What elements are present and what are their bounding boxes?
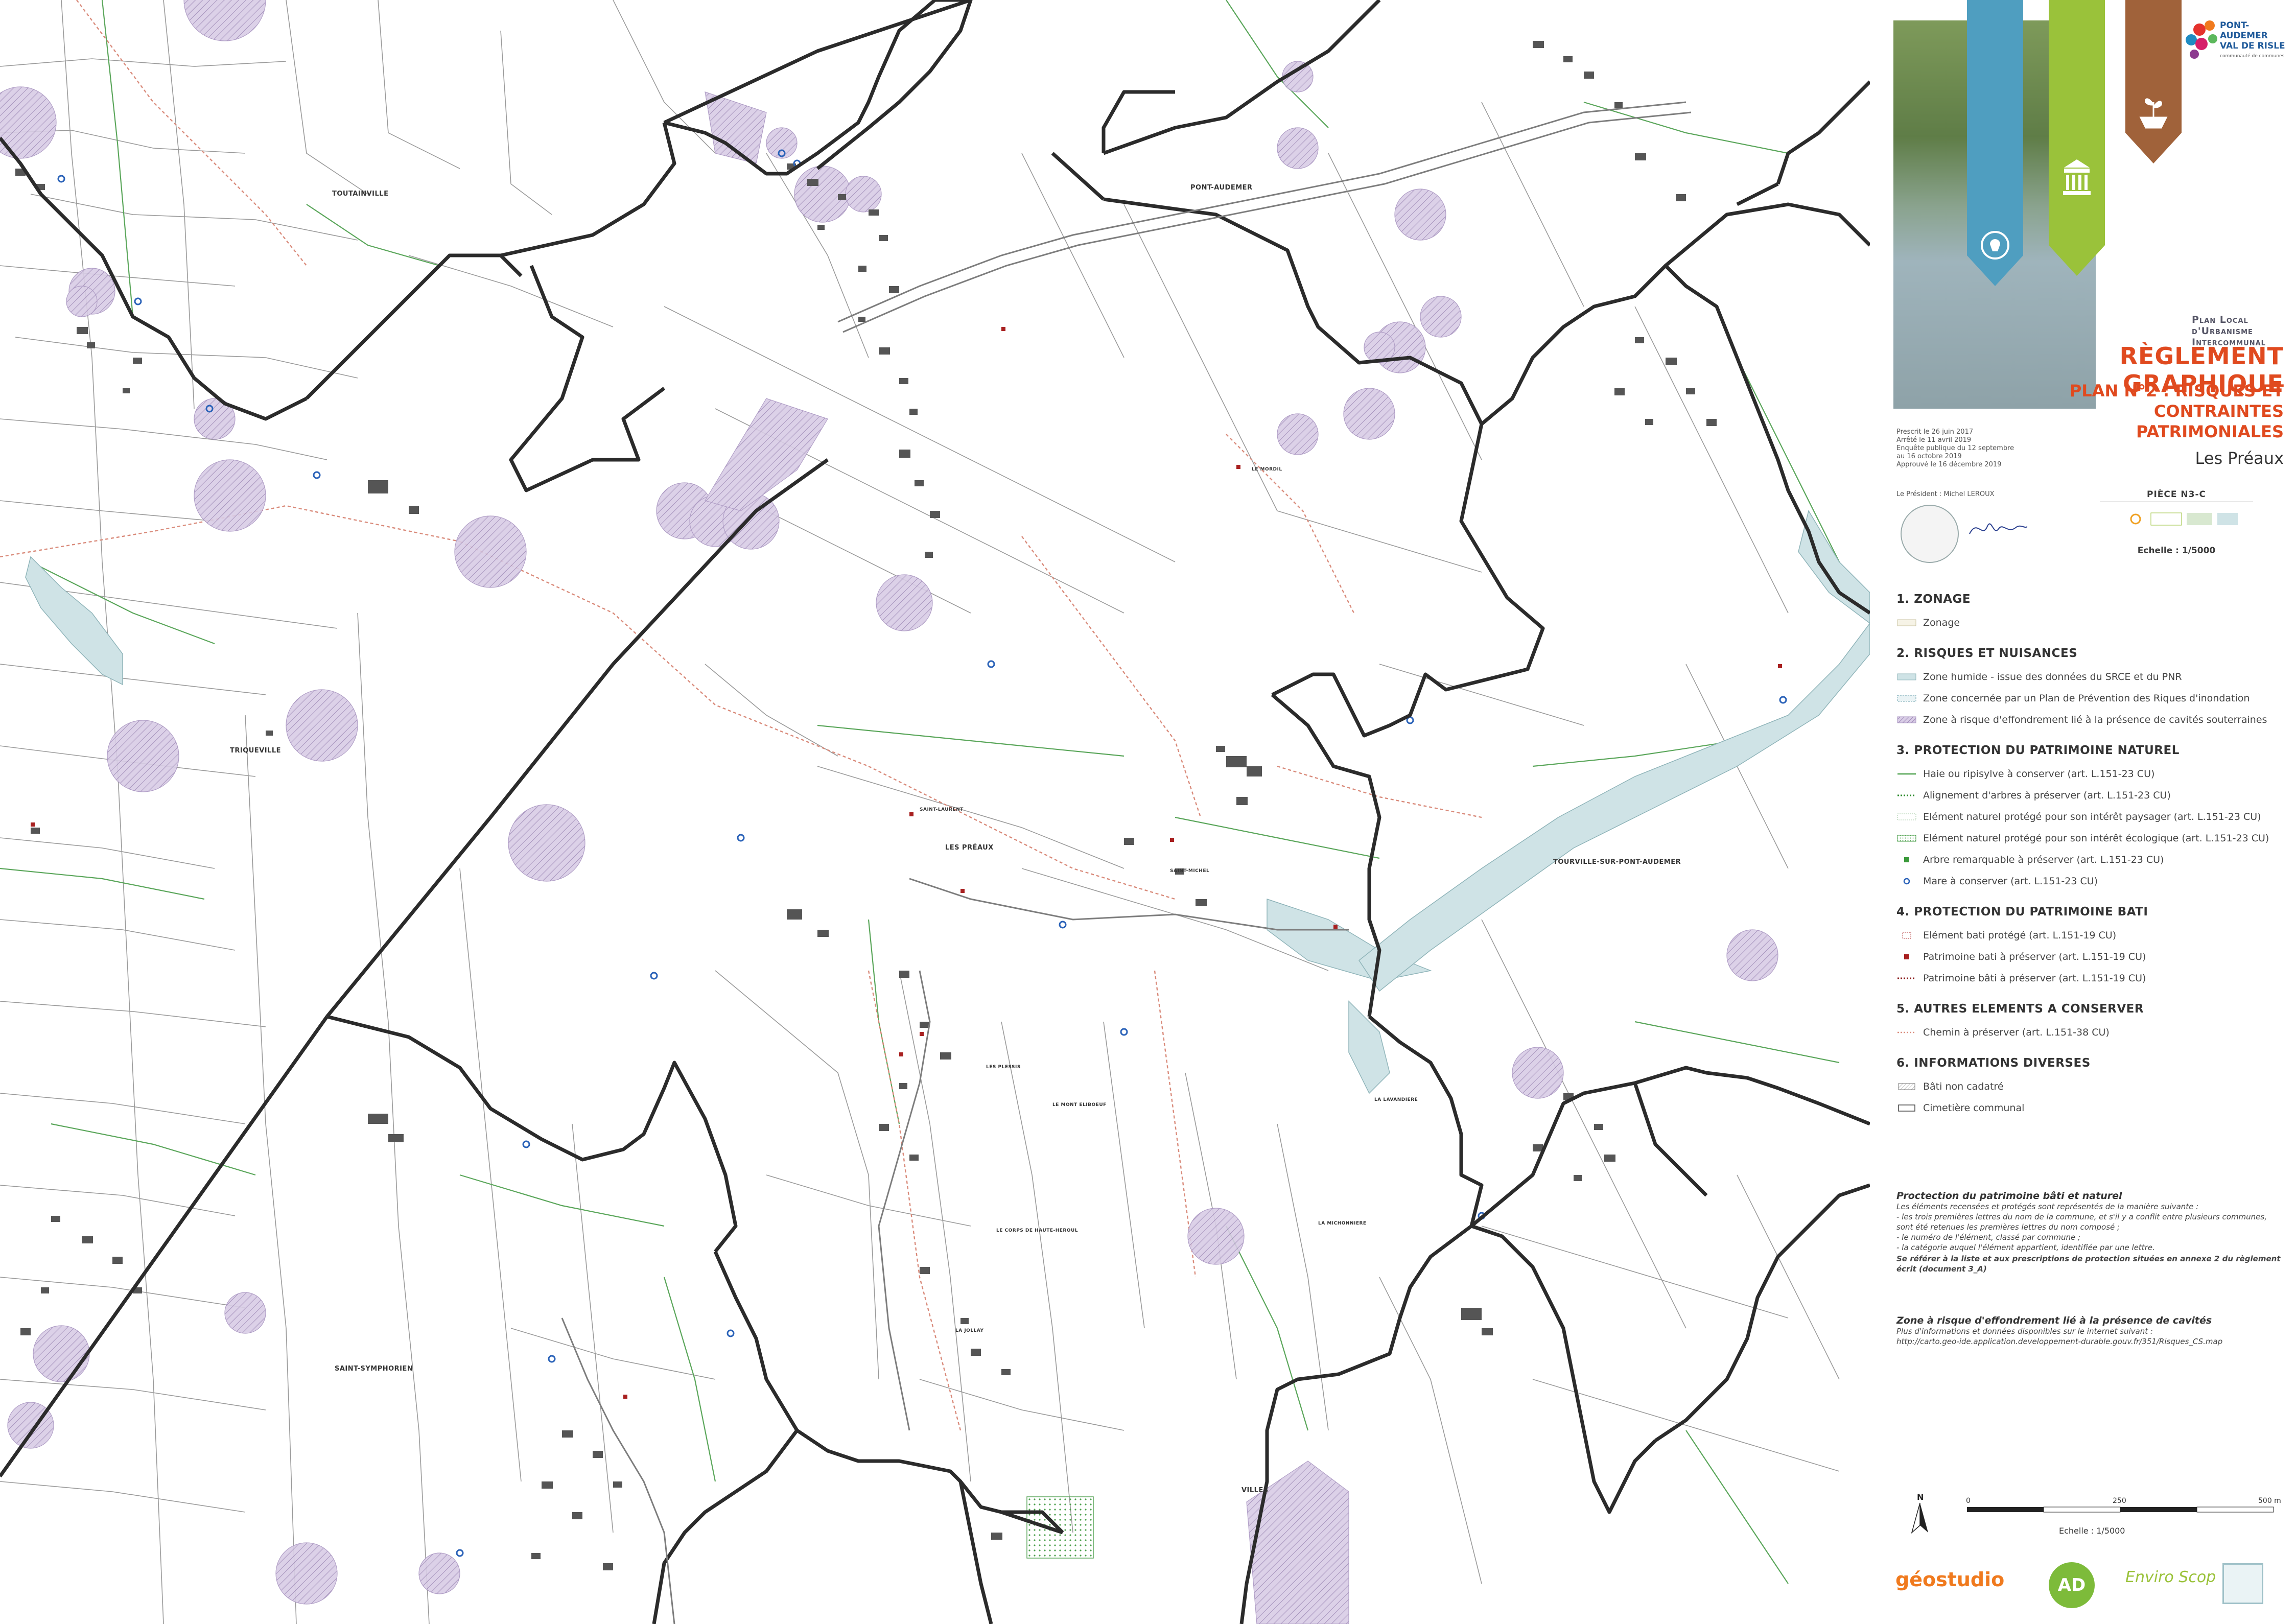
- partner-logos-small: [2130, 512, 2238, 526]
- scale-bar-area: N 0 250 500 m Echelle : 1/5000: [1906, 1492, 2284, 1548]
- heritage-note: Les éléments recensées et protégés sont …: [1896, 1202, 2281, 1274]
- commune-name: Les Préaux: [2195, 449, 2284, 468]
- scale-label: Echelle : 1/5000: [2059, 1526, 2125, 1536]
- place-label: LES PLESSIS: [986, 1065, 1021, 1070]
- legend-item: Haie ou ripisylve à conserver (art. L.15…: [1897, 768, 2155, 780]
- place-label: LES PRÉAUX: [945, 844, 994, 852]
- legend-item: Patrimoine bâti à préserver (art. L.151-…: [1897, 973, 2146, 984]
- place-label: LE MONT ELIBOEUF: [1052, 1102, 1107, 1108]
- place-label: TOURVILLE-SUR-PONT-AUDEMER: [1553, 858, 1681, 866]
- legend-item: Zone concernée par un Plan de Prévention…: [1896, 688, 2290, 709]
- place-label: SAINT-SYMPHORIEN: [335, 1365, 413, 1373]
- legend-item: Bâti non cadatré: [1896, 1076, 2290, 1097]
- legend-item: Elément naturel protégé pour son intérêt…: [1896, 828, 2290, 849]
- legend-item: Chemin à préserver (art. L.151-38 CU): [1897, 1027, 2110, 1038]
- legend-item: Cimetière communal: [1896, 1097, 2290, 1119]
- place-label: PONT-AUDEMER: [1190, 184, 1253, 192]
- enviroscop-logo: Enviro Scop: [2125, 1568, 2216, 1586]
- legend-section-title: 5. AUTRES ELEMENTS A CONSERVER: [1896, 1002, 2144, 1016]
- procedure-dates: Prescrit le 26 juin 2017 Arrêté le 11 av…: [1896, 428, 2014, 468]
- cavity-note-title: Zone à risque d'effondrement lié à la pr…: [1896, 1315, 2212, 1326]
- ribbon-brown: [2125, 0, 2182, 163]
- legend-section-title: 3. PROTECTION DU PATRIMOINE NATUREL: [1896, 744, 2180, 757]
- scale-title: Echelle : 1/5000: [2137, 546, 2216, 556]
- scale-bar: [1967, 1507, 2274, 1513]
- legend-item: Zonage: [1896, 612, 2290, 633]
- place-label: LE MORDIL: [1252, 467, 1282, 472]
- official-seal: [1901, 505, 1959, 563]
- legend-item: Elément naturel protégé pour son intérêt…: [1896, 806, 2290, 828]
- buildings: [15, 41, 1717, 1570]
- legend-item: Alignement d'arbres à préserver (art. L.…: [1897, 790, 2171, 801]
- partner-icon: [2222, 1563, 2263, 1604]
- scale-tick: 0: [1966, 1497, 1971, 1505]
- legend-item: Arbre remarquable à préserver (art. L.15…: [1896, 849, 2290, 870]
- legend-section-title: 2. RISQUES ET NUISANCES: [1896, 647, 2078, 660]
- ad-logo: AD: [2049, 1562, 2095, 1608]
- scale-tick: 250: [2113, 1497, 2126, 1505]
- legend-section-title: 4. PROTECTION DU PATRIMOINE BATI: [1896, 905, 2148, 919]
- legend-item: Zone humide - issue des données du SRCE …: [1896, 666, 2290, 688]
- cavity-zones: [0, 0, 1778, 1624]
- heritage-note-title: Proctection du patrimoine bâti et nature…: [1896, 1190, 2122, 1202]
- legend-section-title: 6. INFORMATIONS DIVERSES: [1896, 1056, 2091, 1070]
- place-label: SAINT-LAURENT: [920, 807, 964, 812]
- plan-subtitle: PLAN N°2 : RISQUES ET CONTRAINTES PATRIM…: [2069, 381, 2284, 441]
- legend-panel: PONT-AUDEMER VAL DE RISLE communauté de …: [1885, 0, 2296, 1624]
- signature: [1969, 523, 2028, 534]
- ribbon-blue: [1967, 0, 2023, 286]
- place-label: TOUTAINVILLE: [332, 190, 389, 198]
- legend-item: Zone à risque d'effondrement lié à la pr…: [1896, 709, 2290, 731]
- geostudio-logo: géostudio: [1895, 1568, 2005, 1591]
- president-line: Le Président : Michel LEROUX: [1896, 490, 1995, 498]
- scale-tick: 500 m: [2258, 1497, 2281, 1505]
- preserved-paths: [0, 0, 1482, 1431]
- place-label: VILLES: [1241, 1487, 1269, 1494]
- natural-element: [1026, 1496, 1094, 1559]
- legend: 1. ZONAGE Zonage 2. RISQUES ET NUISANCES…: [1896, 593, 2290, 1347]
- place-label: SAINT-MICHEL: [1170, 868, 1210, 874]
- place-label: TRIQUEVILLE: [230, 747, 282, 755]
- legend-item: Elément bati protégé (art. L.151-19 CU): [1896, 925, 2290, 946]
- north-label: N: [1917, 1492, 1924, 1502]
- ribbon-green: [2049, 0, 2105, 276]
- piece-number: PIÈCE N3-C: [2100, 489, 2253, 502]
- logo-text: PONT-AUDEMER VAL DE RISLE communauté de …: [2220, 20, 2285, 59]
- map-area[interactable]: TOUTAINVILLE PONT-AUDEMER TRIQUEVILLE LE…: [0, 0, 1870, 1624]
- place-label: LA JOLLAY: [955, 1328, 984, 1333]
- place-label: LA MICHONNIERE: [1318, 1221, 1367, 1226]
- north-arrow-icon: N: [1911, 1492, 1928, 1534]
- legend-item: Patrimoine bati à préserver (art. L.151-…: [1896, 946, 2290, 968]
- cavity-note: Plus d'informations et données disponibl…: [1896, 1327, 2223, 1346]
- legend-section-title: 1. ZONAGE: [1896, 593, 1971, 606]
- place-label: LE CORPS DE HAUTE-HEROUL: [996, 1228, 1079, 1233]
- footer-logos: géostudio AD Enviro Scop: [1885, 1558, 2296, 1614]
- legend-item: Mare à conserver (art. L.151-23 CU): [1896, 870, 2290, 892]
- place-label: LA LAVANDIERE: [1374, 1097, 1418, 1102]
- wetland-zones: [25, 510, 1870, 1094]
